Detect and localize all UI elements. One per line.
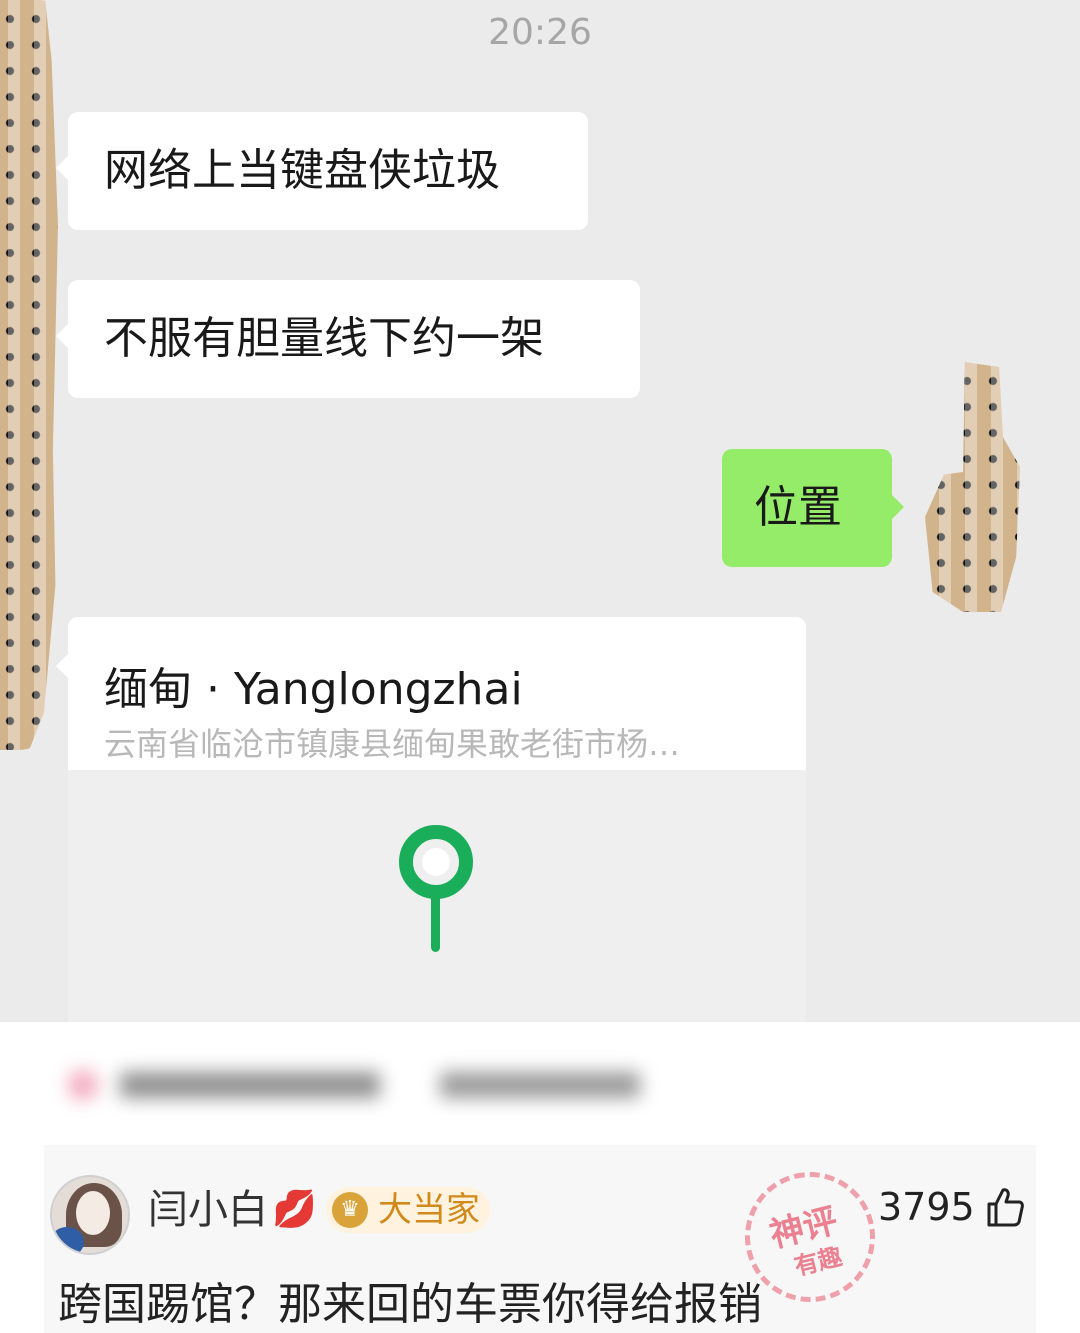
- message-text: 不服有胆量线下约一架: [104, 313, 544, 364]
- message-bubble-outgoing[interactable]: 位置: [722, 449, 904, 567]
- message-text: 位置: [754, 482, 842, 533]
- location-title: 缅甸 · Yanglongzhai: [104, 664, 523, 715]
- badge-label: 大当家: [378, 1190, 480, 1230]
- message-timestamp: 20:26: [488, 12, 592, 53]
- censored-avatar-right: [925, 362, 1020, 612]
- user-avatar[interactable]: [50, 1175, 130, 1255]
- location-card[interactable]: 缅甸 · Yanglongzhai 云南省临沧市镇康县缅甸果敢老街市杨…: [68, 617, 806, 1022]
- location-address: 云南省临沧市镇康县缅甸果敢老街市杨…: [104, 725, 681, 763]
- censored-avatar-left: [0, 0, 58, 750]
- map-pin-icon: [399, 825, 473, 952]
- thumbs-up-icon[interactable]: [985, 1186, 1025, 1228]
- map-preview[interactable]: [68, 770, 806, 1022]
- message-text: 网络上当键盘侠垃圾: [104, 145, 500, 196]
- message-bubble-incoming[interactable]: 不服有胆量线下约一架: [56, 280, 640, 398]
- like-count: 3795: [878, 1185, 975, 1229]
- location-bubble-tail: [56, 654, 68, 678]
- crest-icon: ♛: [332, 1192, 368, 1228]
- chat-screenshot: 20:26 网络上当键盘侠垃圾 不服有胆量线下约一架 位置 缅甸 · Yangl…: [0, 0, 1080, 1022]
- message-bubble-incoming[interactable]: 网络上当键盘侠垃圾: [56, 112, 588, 230]
- comment-username[interactable]: 闫小白: [148, 1188, 268, 1232]
- lips-icon: 💋: [272, 1189, 317, 1230]
- blurred-caption: [60, 1060, 640, 1110]
- comment-text: 跨国踢馆？那来回的车票你得给报销: [58, 1279, 762, 1330]
- rank-badge: ♛ 大当家: [326, 1187, 490, 1233]
